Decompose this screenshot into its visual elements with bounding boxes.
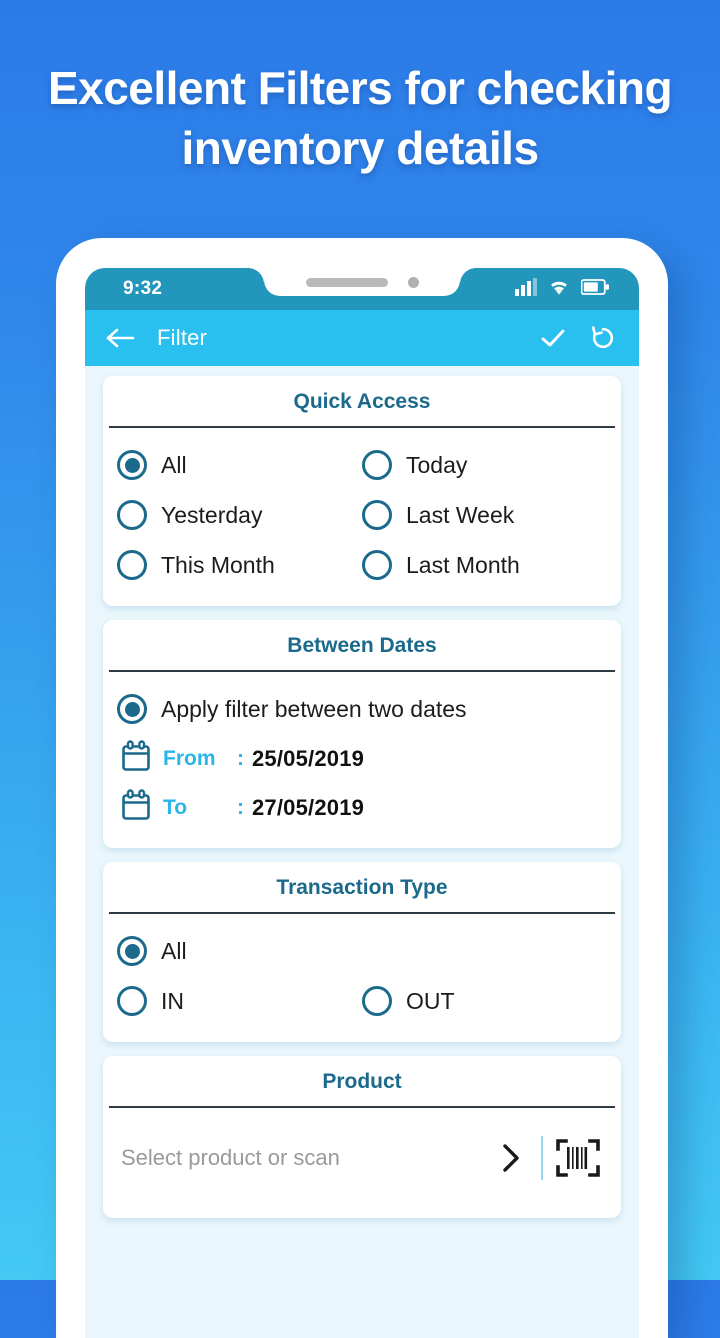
promo-heading-line-2: inventory details bbox=[181, 122, 539, 174]
date-from-colon: : bbox=[237, 746, 244, 770]
radio-icon[interactable] bbox=[117, 550, 147, 580]
card-between-dates: Between Dates Apply filter between two d… bbox=[103, 620, 621, 848]
radio-icon[interactable] bbox=[117, 500, 147, 530]
transaction-type-option-all[interactable]: All bbox=[117, 926, 607, 976]
date-from-value[interactable]: 25/05/2019 bbox=[252, 746, 364, 772]
chevron-right-icon[interactable] bbox=[485, 1142, 537, 1174]
date-from-label: From bbox=[163, 746, 216, 770]
card-quick-access: Quick Access All Today Yesterday Last We… bbox=[103, 376, 621, 606]
quick-access-option-today[interactable]: Today bbox=[362, 440, 607, 490]
option-label: All bbox=[161, 451, 187, 478]
option-label: IN bbox=[161, 987, 184, 1014]
reset-filter-button[interactable] bbox=[589, 324, 617, 352]
check-icon bbox=[541, 329, 565, 347]
option-label: OUT bbox=[406, 987, 455, 1014]
date-to-label: To bbox=[163, 795, 188, 819]
calendar-icon bbox=[121, 789, 151, 826]
apply-filter-button[interactable] bbox=[539, 326, 567, 350]
calendar-icon bbox=[121, 740, 151, 777]
front-camera bbox=[407, 276, 419, 288]
radio-icon[interactable] bbox=[362, 450, 392, 480]
phone-screen: 9:32 Filter Quick Access All Today Yeste… bbox=[85, 268, 639, 1338]
option-label: Apply filter between two dates bbox=[161, 695, 467, 722]
card-quick-access-title: Quick Access bbox=[293, 390, 431, 413]
transaction-type-options: IN OUT bbox=[117, 976, 607, 1026]
radio-icon[interactable] bbox=[362, 550, 392, 580]
quick-access-option-last-week[interactable]: Last Week bbox=[362, 490, 607, 540]
battery-icon bbox=[580, 278, 609, 300]
date-to-row[interactable]: To : 27/05/2019 bbox=[117, 783, 607, 832]
radio-icon[interactable] bbox=[117, 450, 147, 480]
status-bar: 9:32 bbox=[85, 268, 639, 310]
signal-icon bbox=[515, 277, 537, 301]
date-from-row[interactable]: From : 25/05/2019 bbox=[117, 734, 607, 783]
card-transaction-type-title: Transaction Type bbox=[276, 876, 448, 899]
option-label: Last Month bbox=[406, 551, 520, 578]
divider bbox=[541, 1136, 543, 1180]
filter-content: Quick Access All Today Yesterday Last We… bbox=[85, 366, 639, 1218]
radio-icon[interactable] bbox=[117, 936, 147, 966]
card-transaction-type: Transaction Type All IN OUT bbox=[103, 862, 621, 1042]
product-selector-row: Select product or scan bbox=[117, 1120, 607, 1202]
status-bar-time: 9:32 bbox=[123, 278, 163, 299]
date-to-value[interactable]: 27/05/2019 bbox=[252, 795, 364, 821]
transaction-type-option-in[interactable]: IN bbox=[117, 976, 362, 1026]
option-label: Yesterday bbox=[161, 501, 263, 528]
date-to-colon: : bbox=[237, 795, 244, 819]
option-label: All bbox=[161, 937, 187, 964]
option-label: This Month bbox=[161, 551, 275, 578]
phone-notch bbox=[264, 268, 460, 296]
quick-access-options: All Today Yesterday Last Week This Month… bbox=[117, 440, 607, 590]
card-between-dates-title: Between Dates bbox=[287, 634, 437, 657]
promo-heading-line-1: Excellent Filters for checking bbox=[47, 62, 673, 114]
quick-access-option-last-month[interactable]: Last Month bbox=[362, 540, 607, 590]
page-title: Filter bbox=[157, 325, 208, 350]
radio-icon[interactable] bbox=[362, 986, 392, 1016]
phone-mockup: 9:32 Filter Quick Access All Today Yeste… bbox=[56, 238, 668, 1338]
radio-icon[interactable] bbox=[117, 986, 147, 1016]
quick-access-option-yesterday[interactable]: Yesterday bbox=[117, 490, 362, 540]
back-arrow-icon[interactable] bbox=[105, 326, 135, 350]
transaction-type-option-out[interactable]: OUT bbox=[362, 976, 607, 1026]
app-header: Filter bbox=[85, 310, 639, 366]
promo-heading: Excellent Filters for checking inventory… bbox=[0, 58, 720, 178]
reset-icon bbox=[591, 326, 614, 349]
speaker-grille bbox=[305, 277, 388, 287]
product-input[interactable]: Select product or scan bbox=[121, 1145, 485, 1171]
wifi-icon bbox=[548, 278, 570, 301]
card-product-title: Product bbox=[322, 1070, 402, 1093]
radio-icon[interactable] bbox=[362, 500, 392, 530]
status-bar-icons bbox=[515, 277, 609, 301]
barcode-scan-icon[interactable] bbox=[555, 1136, 605, 1180]
option-label: Last Week bbox=[406, 501, 515, 528]
quick-access-option-this-month[interactable]: This Month bbox=[117, 540, 362, 590]
quick-access-option-all[interactable]: All bbox=[117, 440, 362, 490]
option-label: Today bbox=[406, 451, 468, 478]
between-dates-toggle[interactable]: Apply filter between two dates bbox=[117, 684, 607, 734]
card-product: Product Select product or scan bbox=[103, 1056, 621, 1218]
radio-icon[interactable] bbox=[117, 694, 147, 724]
